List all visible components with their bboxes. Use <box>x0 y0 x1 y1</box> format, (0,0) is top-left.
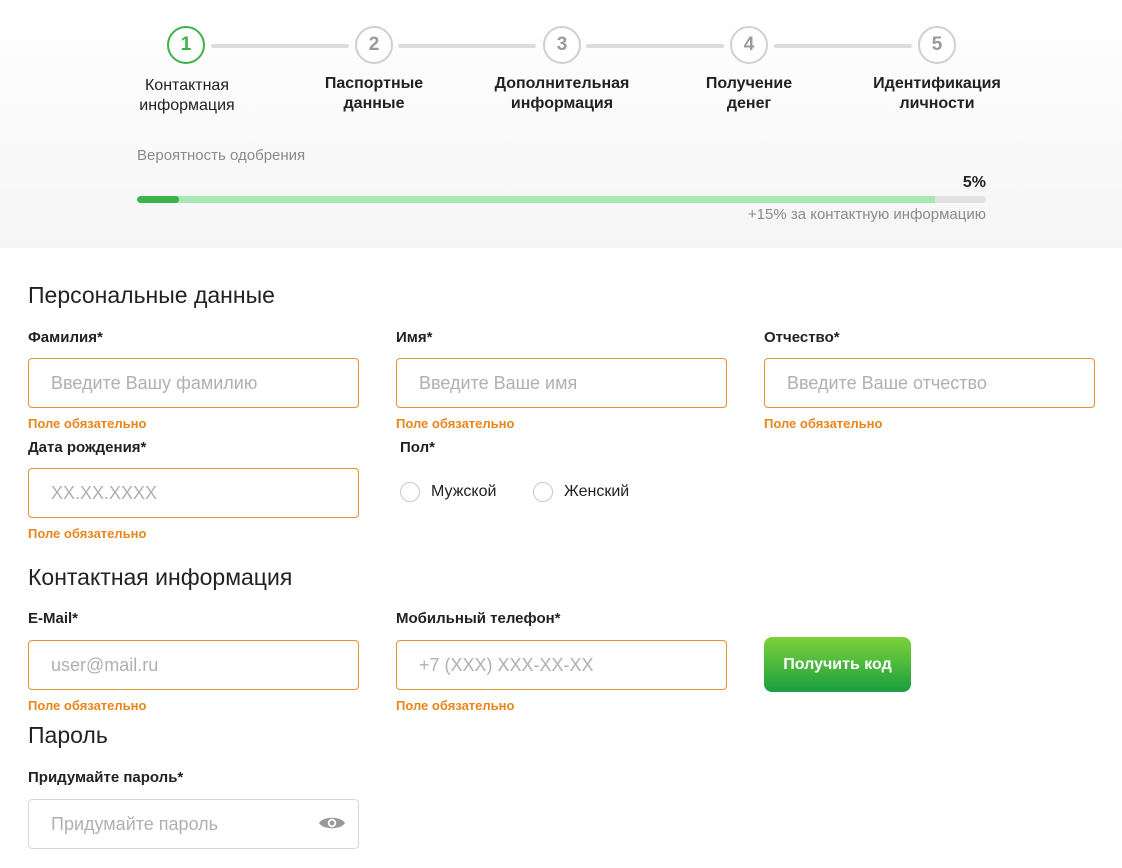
step-2-circle[interactable]: 2 <box>355 26 393 64</box>
step-3-circle[interactable]: 3 <box>543 26 581 64</box>
lastname-error: Поле обязательно <box>28 416 147 431</box>
contact-section-title: Контактная информация <box>28 564 293 590</box>
password-section-title: Пароль <box>28 722 108 748</box>
step-5-label: Идентификация личности <box>873 75 1001 112</box>
birthdate-input[interactable] <box>28 468 359 518</box>
step-2-label: Паспортные данные <box>324 75 424 112</box>
approval-fill <box>137 196 180 203</box>
password-input[interactable] <box>28 799 359 849</box>
email-error: Поле обязательно <box>28 698 147 713</box>
step-1-label: Контактная информация <box>139 77 235 114</box>
approval-hint: +15% за контактную информацию <box>747 206 986 223</box>
email-input[interactable] <box>28 640 359 690</box>
patronymic-label: Отчество* <box>764 329 840 346</box>
eye-icon[interactable] <box>318 814 346 832</box>
password-label: Придумайте пароль* <box>28 769 184 786</box>
radio-circle-icon[interactable] <box>400 482 420 502</box>
approval-progress-bar <box>137 196 986 203</box>
step-4-label: Получение денег <box>705 75 793 112</box>
lastname-input[interactable] <box>28 358 359 408</box>
firstname-input[interactable] <box>396 358 727 408</box>
step-1-circle[interactable]: 1 <box>167 26 205 64</box>
step-connector <box>586 44 724 48</box>
lastname-label: Фамилия* <box>28 329 103 346</box>
step-3-label: Дополнительная информация <box>494 75 630 112</box>
get-code-button[interactable]: Получить код <box>764 637 911 692</box>
gender-label: Пол* <box>400 439 435 456</box>
gender-male-radio[interactable]: Мужской <box>400 482 496 502</box>
gender-male-label: Мужской <box>431 483 497 500</box>
gender-female-radio[interactable]: Женский <box>533 482 629 502</box>
approval-bonus-fill <box>137 196 936 203</box>
step-4-circle[interactable]: 4 <box>730 26 768 64</box>
approval-value: 5% <box>962 174 986 191</box>
patronymic-error: Поле обязательно <box>764 416 883 431</box>
birthdate-label: Дата рождения* <box>28 439 147 456</box>
gender-female-label: Женский <box>564 483 630 500</box>
progress-header: 1 Контактная информация 2 Паспортные дан… <box>0 0 1122 248</box>
phone-input[interactable] <box>396 640 727 690</box>
firstname-error: Поле обязательно <box>396 416 515 431</box>
email-label: E-Mail* <box>28 610 79 627</box>
radio-circle-icon[interactable] <box>533 482 553 502</box>
step-5-circle[interactable]: 5 <box>918 26 956 64</box>
firstname-label: Имя* <box>396 329 433 346</box>
birthdate-error: Поле обязательно <box>28 526 147 541</box>
patronymic-input[interactable] <box>764 358 1095 408</box>
phone-label: Мобильный телефон* <box>396 610 561 627</box>
phone-error: Поле обязательно <box>396 698 515 713</box>
approval-label: Вероятность одобрения <box>137 147 306 164</box>
step-connector <box>774 44 912 48</box>
step-connector <box>211 44 349 48</box>
personal-section-title: Персональные данные <box>28 282 275 308</box>
step-connector <box>398 44 536 48</box>
